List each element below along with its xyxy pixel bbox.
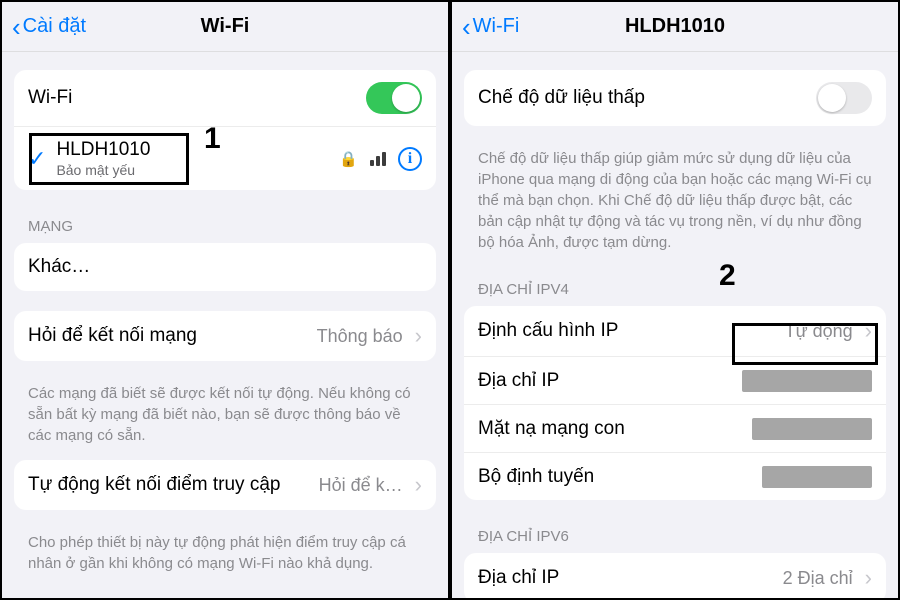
- wifi-toggle-card: Wi-Fi ✓ HLDH1010 Bảo mật yếu 🔒 i: [14, 70, 436, 190]
- navbar: ‹ Cài đặt Wi-Fi: [2, 2, 448, 52]
- auto-hotspot-card: Tự động kết nối điểm truy cập Hỏi để k… …: [14, 460, 436, 510]
- connected-network-name: HLDH1010: [56, 139, 150, 161]
- other-networks-card: Khác…: [14, 243, 436, 291]
- lock-icon: 🔒: [339, 150, 358, 168]
- back-label: Cài đặt: [23, 15, 86, 38]
- ask-join-card: Hỏi để kết nối mạng Thông báo ›: [14, 311, 436, 361]
- low-data-label: Chế độ dữ liệu thấp: [478, 87, 645, 109]
- wifi-toggle-row[interactable]: Wi-Fi: [14, 70, 436, 126]
- ask-join-row[interactable]: Hỏi để kết nối mạng Thông báo ›: [14, 311, 436, 361]
- wifi-settings-screen: ‹ Cài đặt Wi-Fi Wi-Fi ✓ HLDH1010 Bảo mật…: [0, 0, 450, 600]
- page-title: Wi-Fi: [201, 15, 250, 38]
- low-data-card: Chế độ dữ liệu thấp: [464, 70, 886, 126]
- ask-join-value: Thông báo: [317, 326, 403, 347]
- wifi-switch[interactable]: [366, 82, 422, 114]
- configure-ip-value: Tự động: [785, 321, 853, 342]
- chevron-right-icon: ›: [415, 472, 422, 498]
- subnet-mask-row: Mặt nạ mạng con: [464, 404, 886, 452]
- networks-header: MẠNG: [14, 204, 436, 243]
- chevron-right-icon: ›: [865, 565, 872, 591]
- configure-ip-row[interactable]: Định cấu hình IP Tự động ›: [464, 306, 886, 356]
- auto-hotspot-footer: Cho phép thiết bị này tự động phát hiện …: [14, 524, 436, 588]
- ipv6-card: Địa chỉ IP 2 Địa chỉ ›: [464, 553, 886, 598]
- ipv6-address-label: Địa chỉ IP: [478, 567, 559, 589]
- ip-address-value-redacted: [742, 370, 872, 392]
- back-button[interactable]: ‹ Wi-Fi: [462, 14, 519, 40]
- ip-address-label: Địa chỉ IP: [478, 370, 559, 392]
- other-label: Khác…: [28, 256, 90, 278]
- content: Wi-Fi ✓ HLDH1010 Bảo mật yếu 🔒 i MẠNG: [2, 52, 448, 598]
- content: Chế độ dữ liệu thấp Chế độ dữ liệu thấp …: [452, 52, 898, 598]
- ipv6-address-row[interactable]: Địa chỉ IP 2 Địa chỉ ›: [464, 553, 886, 598]
- low-data-switch[interactable]: [816, 82, 872, 114]
- ipv6-address-value: 2 Địa chỉ: [783, 568, 853, 589]
- configure-ip-label: Định cấu hình IP: [478, 320, 618, 342]
- chevron-left-icon: ‹: [462, 14, 471, 40]
- connected-network-security: Bảo mật yếu: [56, 162, 150, 178]
- ask-join-label: Hỏi để kết nối mạng: [28, 325, 197, 347]
- wifi-label: Wi-Fi: [28, 87, 72, 109]
- auto-hotspot-value: Hỏi để k…: [319, 475, 403, 496]
- router-row: Bộ định tuyến: [464, 452, 886, 500]
- subnet-mask-label: Mặt nạ mạng con: [478, 418, 625, 440]
- router-value-redacted: [762, 466, 872, 488]
- checkmark-icon: ✓: [28, 146, 46, 172]
- chevron-left-icon: ‹: [12, 14, 21, 40]
- connected-network-row[interactable]: ✓ HLDH1010 Bảo mật yếu 🔒 i: [14, 126, 436, 190]
- ask-join-footer: Các mạng đã biết sẽ được kết nối tự động…: [14, 375, 436, 460]
- chevron-right-icon: ›: [415, 323, 422, 349]
- ipv4-card: Định cấu hình IP Tự động › Địa chỉ IP Mặ…: [464, 306, 886, 500]
- chevron-right-icon: ›: [865, 318, 872, 344]
- back-label: Wi-Fi: [473, 15, 520, 38]
- page-title: HLDH1010: [625, 15, 725, 38]
- wifi-detail-screen: ‹ Wi-Fi HLDH1010 Chế độ dữ liệu thấp Chế…: [450, 0, 900, 600]
- info-icon[interactable]: i: [398, 147, 422, 171]
- wifi-signal-icon: [370, 152, 386, 166]
- auto-hotspot-row[interactable]: Tự động kết nối điểm truy cập Hỏi để k… …: [14, 460, 436, 510]
- low-data-footer: Chế độ dữ liệu thấp giúp giảm mức sử dụn…: [464, 140, 886, 267]
- back-button[interactable]: ‹ Cài đặt: [12, 14, 86, 40]
- ipv4-header: ĐỊA CHỈ IPV4: [464, 267, 886, 306]
- ip-address-row: Địa chỉ IP: [464, 356, 886, 404]
- navbar: ‹ Wi-Fi HLDH1010: [452, 2, 898, 52]
- auto-hotspot-label: Tự động kết nối điểm truy cập: [28, 474, 280, 496]
- router-label: Bộ định tuyến: [478, 466, 594, 488]
- other-network-row[interactable]: Khác…: [14, 243, 436, 291]
- low-data-row[interactable]: Chế độ dữ liệu thấp: [464, 70, 886, 126]
- subnet-mask-value-redacted: [752, 418, 872, 440]
- ipv6-header: ĐỊA CHỈ IPV6: [464, 514, 886, 553]
